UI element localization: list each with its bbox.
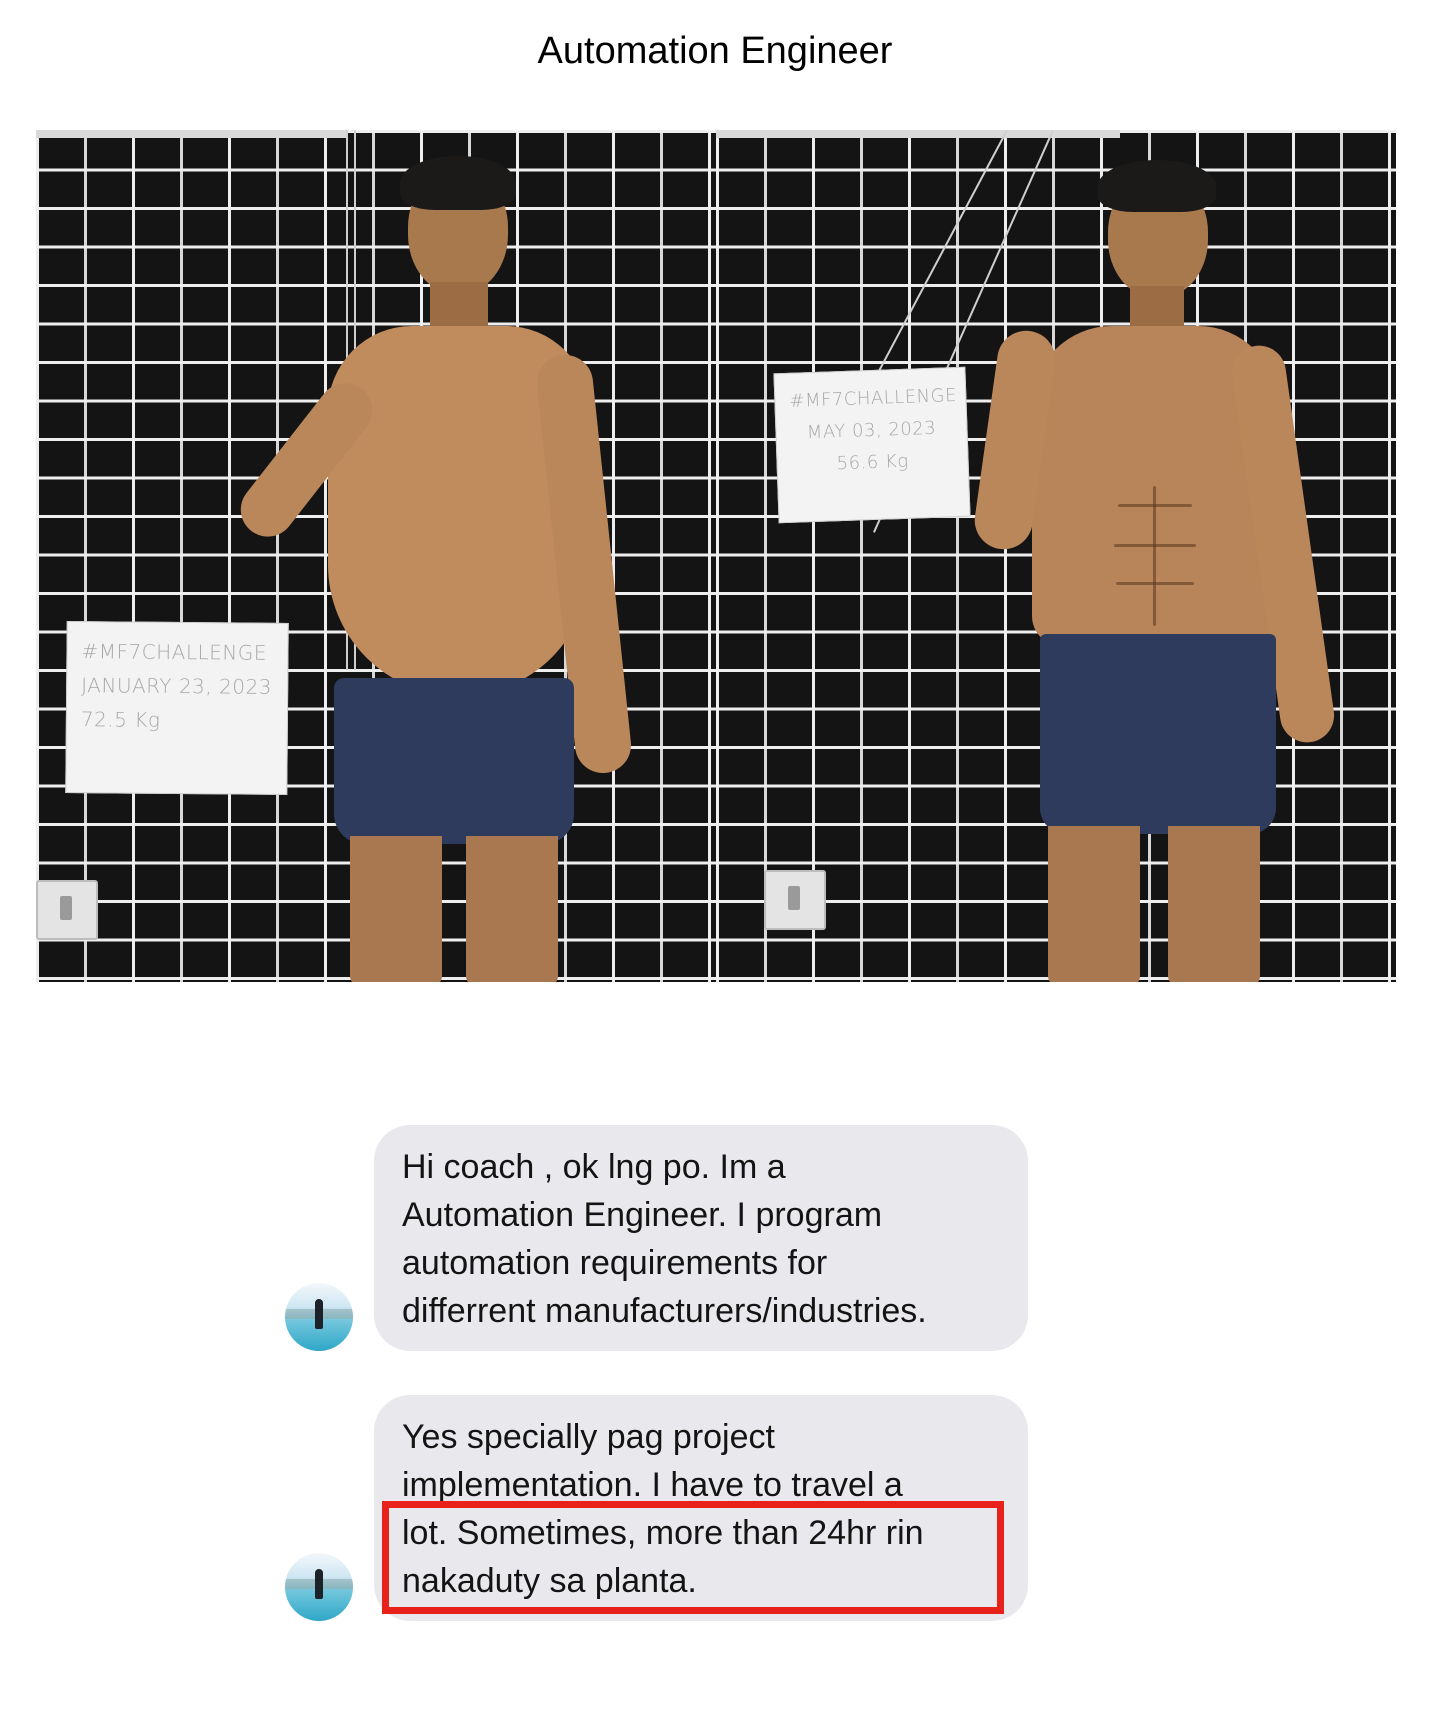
sign-hashtag: #MF7CHALLENGE [81,639,268,665]
progress-sign-after: #MF7CHALLENGE MAY 03, 2023 56.6 Kg [773,366,971,524]
highlight-annotation [382,1501,1004,1614]
shorts [1040,634,1276,834]
sender-avatar[interactable] [285,1553,353,1621]
message-bubble[interactable]: Hi coach , ok lng po. Im a Automation En… [374,1125,1028,1351]
right-leg [1168,826,1260,982]
sign-date: JANUARY 23, 2023 [81,673,273,699]
abs-detail [1153,486,1156,626]
hair [400,156,516,210]
curtain-rail [716,130,1120,138]
message-line: Hi coach , ok lng po. Im a [402,1148,786,1186]
page: Automation Engineer #MF7CHALLENGE JANUAR… [0,0,1430,1720]
curtain-rail [36,130,346,138]
sender-avatar[interactable] [285,1283,353,1351]
wall-outlet-icon [36,880,98,940]
page-title: Automation Engineer [537,30,893,72]
wall-outlet-icon [764,870,826,930]
hair [1098,160,1216,212]
message-line: automation requirements for [402,1244,828,1282]
message-line: Automation Engineer. I program [402,1196,883,1234]
sign-date: MAY 03, 2023 [806,417,937,444]
shorts [334,678,574,844]
after-photo: #MF7CHALLENGE MAY 03, 2023 56.6 Kg [716,130,1396,982]
left-leg [1048,826,1140,982]
left-leg [350,836,442,982]
progress-sign-before: #MF7CHALLENGE JANUARY 23, 2023 72.5 Kg [65,621,289,795]
message-line: Yes specially pag project [402,1418,775,1456]
sign-weight: 72.5 Kg [80,707,161,732]
before-photo: #MF7CHALLENGE JANUARY 23, 2023 72.5 Kg [36,130,716,982]
right-leg [466,836,558,982]
chat-message: Hi coach , ok lng po. Im a Automation En… [285,1125,1045,1351]
message-line: differrent manufacturers/industries. [402,1292,927,1330]
sign-weight: 56.6 Kg [836,450,909,475]
